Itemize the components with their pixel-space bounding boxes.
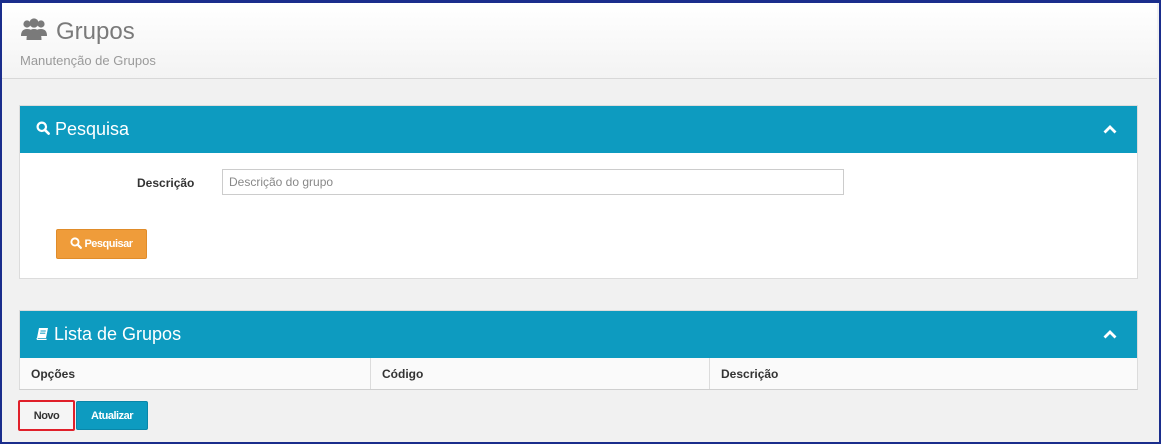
search-button-label: Pesquisar: [84, 238, 133, 250]
search-panel-title: Pesquisa: [36, 119, 129, 140]
search-panel-title-text: Pesquisa: [55, 119, 130, 139]
column-header-descricao[interactable]: Descrição: [710, 358, 1137, 389]
description-input[interactable]: [222, 169, 844, 195]
book-icon: [36, 324, 54, 345]
description-label: Descrição: [137, 176, 195, 190]
search-panel: Pesquisa Descrição Pesquisar: [19, 105, 1138, 279]
column-header-opcoes[interactable]: Opções: [20, 358, 371, 389]
page-subtitle: Manutenção de Grupos: [20, 53, 156, 68]
chevron-up-icon[interactable]: [1103, 121, 1117, 139]
new-button[interactable]: Novo: [18, 400, 75, 431]
chevron-up-icon[interactable]: [1103, 326, 1117, 344]
search-button[interactable]: Pesquisar: [56, 229, 147, 259]
column-header-codigo[interactable]: Código: [371, 358, 710, 389]
page-title: Grupos: [20, 17, 135, 46]
list-panel-header[interactable]: Lista de Grupos: [20, 311, 1137, 358]
table-header-row: Opções Código Descrição: [20, 358, 1137, 390]
search-icon: [36, 119, 55, 140]
search-panel-header[interactable]: Pesquisa: [20, 106, 1137, 153]
page-title-text: Grupos: [56, 17, 135, 45]
search-icon: [70, 236, 84, 252]
list-panel: Lista de Grupos Opções Código Descrição: [19, 310, 1138, 390]
users-icon: [20, 17, 48, 46]
description-form-row: Descrição: [20, 169, 1137, 195]
list-panel-title-text: Lista de Grupos: [54, 324, 182, 344]
refresh-button[interactable]: Atualizar: [76, 401, 148, 430]
page-header: Grupos Manutenção de Grupos: [2, 3, 1157, 79]
list-panel-title: Lista de Grupos: [36, 324, 181, 345]
